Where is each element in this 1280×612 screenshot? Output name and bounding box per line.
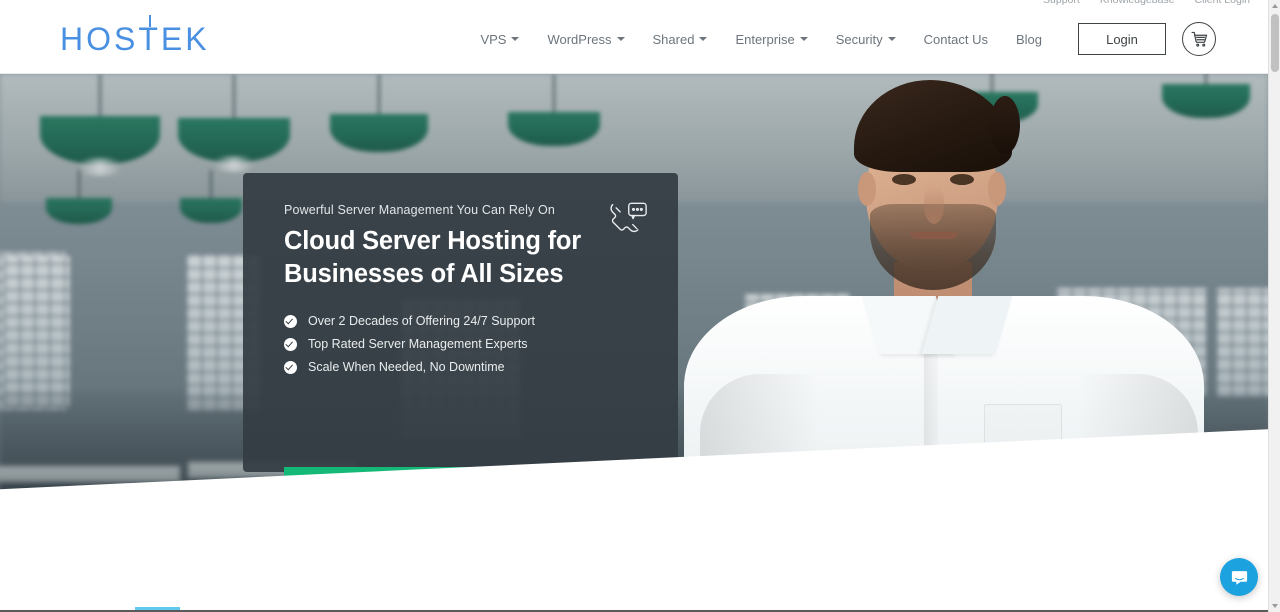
chat-bubble-icon [1231,570,1247,585]
page-scrollbar[interactable] [1268,0,1280,612]
hero-bullet-item: Over 2 Decades of Offering 24/7 Support [284,314,638,328]
hero-bullet-item: Scale When Needed, No Downtime [284,360,638,374]
hero-bullet-text: Over 2 Decades of Offering 24/7 Support [308,314,535,329]
nav-label-shared: Shared [652,31,695,47]
chevron-down-icon [887,37,896,41]
nav-label-contact-us: Contact Us [923,31,988,47]
nav-item-enterprise[interactable]: Enterprise [721,24,821,55]
hero-headline: Cloud Server Hosting for Businesses of A… [284,227,581,288]
check-circle-icon [284,360,297,374]
nav-item-security[interactable]: Security [822,24,910,55]
login-button[interactable]: Login [1078,23,1166,55]
hero-card: Powerful Server Management You Can Rely … [243,173,678,514]
nav-item-shared[interactable]: Shared [639,24,722,55]
logo-text-part1: HOS [60,21,139,57]
chevron-down-icon [699,37,708,41]
scroll-up-arrow[interactable] [1272,4,1278,8]
chevron-down-icon [511,37,520,41]
chat-launcher-button[interactable] [1220,558,1258,596]
scrollbar-thumb[interactable] [1271,14,1279,72]
nav-item-wordpress[interactable]: WordPress [533,24,638,55]
logo-text-part2: EK [160,21,210,57]
phone-chat-icon [610,202,647,233]
shopping-cart-icon [1190,31,1207,47]
check-circle-icon [284,314,297,328]
hero-bullet-item: Top Rated Server Management Experts [284,337,638,351]
main-navigation: VPS WordPress Shared Enterprise Security… [466,22,1268,56]
nav-item-blog[interactable]: Blog [1002,24,1056,55]
site-header: HOS T EK VPS WordPress Shared Enterprise S… [0,5,1268,74]
hero-bullet-text: Scale When Needed, No Downtime [308,360,505,375]
nav-label-enterprise: Enterprise [735,31,795,47]
cart-button[interactable] [1182,22,1216,56]
logo-t-glyph: T [138,15,161,55]
hero-bullet-list: Over 2 Decades of Offering 24/7 Support … [284,314,638,374]
site-logo[interactable]: HOS T EK [60,15,210,57]
hero-eyebrow: Powerful Server Management You Can Rely … [284,203,556,217]
nav-item-contact-us[interactable]: Contact Us [910,24,1002,55]
nav-item-vps[interactable]: VPS [466,24,533,55]
content-below-hero [0,542,1268,612]
check-circle-icon [284,337,297,351]
hero-bullet-text: Top Rated Server Management Experts [308,337,528,352]
logo-t-bar [148,15,151,27]
nav-label-vps: VPS [480,31,507,47]
nav-label-wordpress: WordPress [547,31,612,47]
page-root: Support Knowledgebase Client Login HOSTE… [0,0,1280,612]
scroll-down-arrow[interactable] [1272,604,1278,608]
nav-label-blog: Blog [1015,31,1042,47]
chevron-down-icon [799,37,808,41]
chevron-down-icon [616,37,625,41]
hero-section: Powerful Server Management You Can Rely … [0,74,1268,542]
nav-label-security: Security [835,31,883,47]
